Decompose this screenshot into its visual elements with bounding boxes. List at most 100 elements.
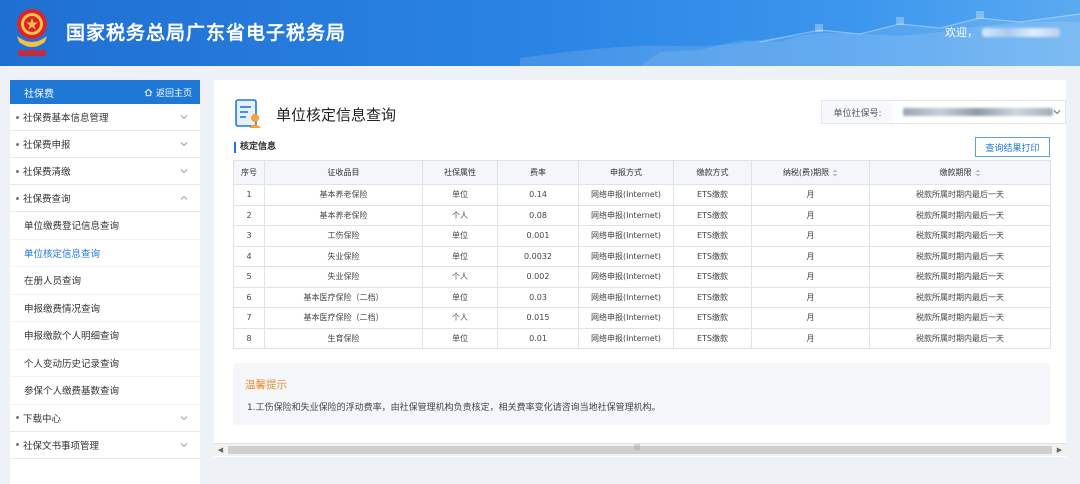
table-row: 8 生育保险 单位 0.01 网络申报(Internet) ETS缴款月税款所属时期内最后…: [233, 327, 1051, 349]
cell-index: 7: [233, 307, 265, 329]
section-title: 核定信息: [234, 142, 276, 153]
cell-attribute: 单位: [422, 286, 498, 308]
scrollbar-grip-icon: |||: [634, 444, 641, 451]
tips-box: 温馨提示 1.工伤保险和失业保险的浮动费率，由社保管理机构负责核定，相关费率变化…: [233, 363, 1050, 425]
cell-pay-deadline: 税款所属时期内最后一天: [869, 307, 1051, 329]
cell-attribute: 单位: [422, 327, 498, 349]
cell-item: 基本养老保险: [264, 184, 423, 206]
cell-rate: 0.14: [497, 184, 579, 206]
welcome-user: 欢迎，: [945, 24, 1060, 40]
col-header-tax-period[interactable]: 纳税(费)期限: [751, 160, 870, 185]
sidebar-group-label: 社保费查询: [23, 194, 71, 205]
cell-rate: 0.015: [497, 307, 579, 329]
col-header-pay-method: 缴款方式: [673, 160, 752, 185]
top-header: 国家税务总局广东省电子税务局 欢迎，: [0, 0, 1080, 66]
cell-declare-method: 网络申报(Internet): [578, 245, 674, 267]
sidebar-item-contribution-base-query[interactable]: 参保个人缴费基数查询: [10, 377, 200, 405]
cell-tax-period: 月: [751, 327, 870, 349]
cell-rate: 0.08: [497, 204, 579, 226]
col-header-index: 序号: [233, 160, 265, 185]
sidebar-group-basic-info[interactable]: 社保费基本信息管理: [10, 104, 200, 131]
cell-pay-deadline: 税款所属时期内最后一天: [869, 327, 1051, 349]
cell-pay-method: ETS缴款: [673, 286, 752, 308]
chevron-down-icon: [180, 169, 188, 174]
tips-title: 温馨提示: [245, 379, 287, 391]
sort-icon: [832, 169, 838, 176]
sidebar-title: 社保费: [24, 88, 54, 100]
cell-index: 3: [233, 225, 265, 247]
cell-tax-period: 月: [751, 266, 870, 288]
cell-index: 6: [233, 286, 265, 308]
cell-rate: 0.01: [497, 327, 579, 349]
chevron-down-icon: [180, 142, 188, 147]
masked-username: [982, 27, 1060, 37]
table-row: 3 工伤保险 单位 0.001 网络申报(Internet) ETS缴款月税款所属时期内最…: [233, 225, 1051, 247]
cell-pay-deadline: 税款所属时期内最后一天: [869, 225, 1051, 247]
print-results-button[interactable]: 查询结果打印: [975, 137, 1050, 157]
horizontal-scrollbar[interactable]: ◀ ||| ▶: [214, 443, 1066, 456]
cell-index: 2: [233, 204, 265, 226]
cell-item: 基本医疗保险（二档）: [264, 286, 423, 308]
cell-item: 基本养老保险: [264, 204, 423, 226]
cell-index: 8: [233, 327, 265, 349]
table-row: 2 基本养老保险 个人 0.08 网络申报(Internet) ETS缴款月税款所属时期内…: [233, 204, 1051, 226]
cell-pay-method: ETS缴款: [673, 266, 752, 288]
masked-ssn: [903, 108, 1053, 116]
col-header-tax-period-label: 纳税(费)期限: [782, 168, 830, 177]
bullet-icon: [16, 115, 19, 119]
cell-declare-method: 网络申报(Internet): [578, 225, 674, 247]
cell-attribute: 个人: [422, 307, 498, 329]
sidebar-group-label: 社保文书事项管理: [23, 440, 100, 452]
col-header-pay-deadline-label: 缴款期限: [939, 168, 972, 177]
sidebar-group-declaration[interactable]: 社保费申报: [10, 131, 200, 158]
sidebar-group-query[interactable]: 社保费查询: [10, 185, 200, 212]
unit-ssn-value[interactable]: [893, 101, 1065, 123]
cell-pay-method: ETS缴款: [673, 225, 752, 247]
sidebar-item-change-history-query[interactable]: 个人变动历史记录查询: [10, 350, 200, 377]
scroll-right-icon[interactable]: ▶: [1053, 444, 1066, 456]
bullet-icon: [16, 169, 19, 173]
chevron-down-icon: [180, 442, 188, 447]
cell-pay-method: ETS缴款: [673, 245, 752, 267]
sidebar-group-payment[interactable]: 社保费清缴: [10, 158, 200, 185]
document-query-icon: [235, 99, 261, 128]
table-row: 7 基本医疗保险（二档） 个人 0.015 网络申报(Internet) ETS缴款月税款…: [233, 307, 1051, 329]
home-icon: [144, 88, 153, 96]
cell-pay-method: ETS缴款: [673, 204, 752, 226]
sidebar-item-personal-detail-query[interactable]: 申报缴款个人明细查询: [10, 322, 200, 350]
col-header-attribute: 社保属性: [422, 160, 498, 185]
col-header-declare-method: 申报方式: [578, 160, 674, 185]
sidebar-item-unit-verification-query[interactable]: 单位核定信息查询: [10, 240, 200, 267]
cell-declare-method: 网络申报(Internet): [578, 266, 674, 288]
cell-item: 工伤保险: [264, 225, 423, 247]
cell-rate: 0.002: [497, 266, 579, 288]
sidebar-item-unit-registration-query[interactable]: 单位缴费登记信息查询: [10, 212, 200, 240]
home-link[interactable]: 返回主页: [144, 86, 192, 99]
sidebar-item-enrolled-staff-query[interactable]: 在册人员查询: [10, 267, 200, 295]
chevron-down-icon: [1053, 110, 1061, 115]
bullet-icon: [16, 416, 19, 419]
unit-ssn-select[interactable]: 单位社保号:: [821, 100, 1066, 124]
page-title: 单位核定信息查询: [276, 106, 397, 124]
chevron-down-icon: [180, 415, 188, 420]
col-header-pay-deadline[interactable]: 缴款期限: [869, 160, 1051, 185]
sidebar-group-download-center[interactable]: 下载中心: [10, 405, 200, 432]
cell-tax-period: 月: [751, 286, 870, 308]
cell-item: 失业保险: [264, 266, 423, 288]
sidebar-item-declaration-status-query[interactable]: 申报缴费情况查询: [10, 295, 200, 322]
scroll-left-icon[interactable]: ◀: [214, 444, 227, 456]
cell-declare-method: 网络申报(Internet): [578, 307, 674, 329]
cell-tax-period: 月: [751, 245, 870, 267]
cell-rate: 0.03: [497, 286, 579, 308]
table-row: 4 失业保险 单位 0.0032 网络申报(Internet) ETS缴款月税款所属时期内…: [233, 245, 1051, 267]
sidebar-group-documents[interactable]: 社保文书事项管理: [10, 432, 200, 459]
cell-rate: 0.001: [497, 225, 579, 247]
bullet-icon: [16, 142, 19, 146]
cell-item: 生育保险: [264, 327, 423, 349]
cell-pay-deadline: 税款所属时期内最后一天: [869, 286, 1051, 308]
cell-item: 失业保险: [264, 245, 423, 267]
chevron-down-icon: [180, 115, 188, 120]
cell-pay-deadline: 税款所属时期内最后一天: [869, 266, 1051, 288]
main-panel: 单位核定信息查询 单位社保号: 核定信息 查询结果打印 序号 征收品目 社保属性…: [214, 80, 1066, 457]
bullet-icon: [16, 196, 19, 200]
